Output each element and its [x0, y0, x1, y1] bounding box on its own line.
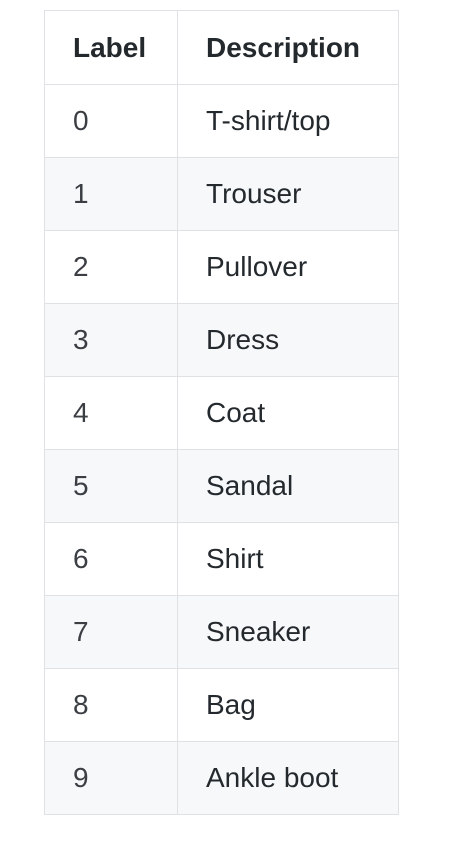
description-cell: Dress — [177, 303, 399, 377]
description-cell: Ankle boot — [177, 741, 399, 815]
label-column-header: Label — [44, 10, 178, 85]
description-cell: Pullover — [177, 230, 399, 304]
description-cell: Trouser — [177, 157, 399, 231]
table-row: 1 Trouser — [44, 157, 399, 231]
label-cell: 7 — [44, 595, 178, 669]
label-cell: 8 — [44, 668, 178, 742]
label-cell: 0 — [44, 84, 178, 158]
table-row: 3 Dress — [44, 303, 399, 377]
table-row: 8 Bag — [44, 668, 399, 742]
description-cell: Coat — [177, 376, 399, 450]
table-row: 7 Sneaker — [44, 595, 399, 669]
description-column-header: Description — [177, 10, 399, 85]
label-cell: 3 — [44, 303, 178, 377]
table-row: 0 T-shirt/top — [44, 84, 399, 158]
description-cell: Bag — [177, 668, 399, 742]
table-row: 9 Ankle boot — [44, 741, 399, 815]
label-cell: 6 — [44, 522, 178, 596]
label-cell: 5 — [44, 449, 178, 523]
table-row: 4 Coat — [44, 376, 399, 450]
label-cell: 2 — [44, 230, 178, 304]
label-description-table: Label Description 0 T-shirt/top 1 Trouse… — [44, 10, 399, 815]
table-header-row: Label Description — [44, 10, 399, 85]
table-row: 2 Pullover — [44, 230, 399, 304]
table-header: Label Description — [44, 10, 399, 85]
table-row: 6 Shirt — [44, 522, 399, 596]
description-cell: Sandal — [177, 449, 399, 523]
description-cell: Sneaker — [177, 595, 399, 669]
label-cell: 9 — [44, 741, 178, 815]
label-cell: 4 — [44, 376, 178, 450]
table-body: 0 T-shirt/top 1 Trouser 2 Pullover 3 Dre… — [44, 84, 399, 815]
description-cell: T-shirt/top — [177, 84, 399, 158]
label-cell: 1 — [44, 157, 178, 231]
label-description-table-container: Label Description 0 T-shirt/top 1 Trouse… — [44, 10, 399, 815]
description-cell: Shirt — [177, 522, 399, 596]
table-row: 5 Sandal — [44, 449, 399, 523]
